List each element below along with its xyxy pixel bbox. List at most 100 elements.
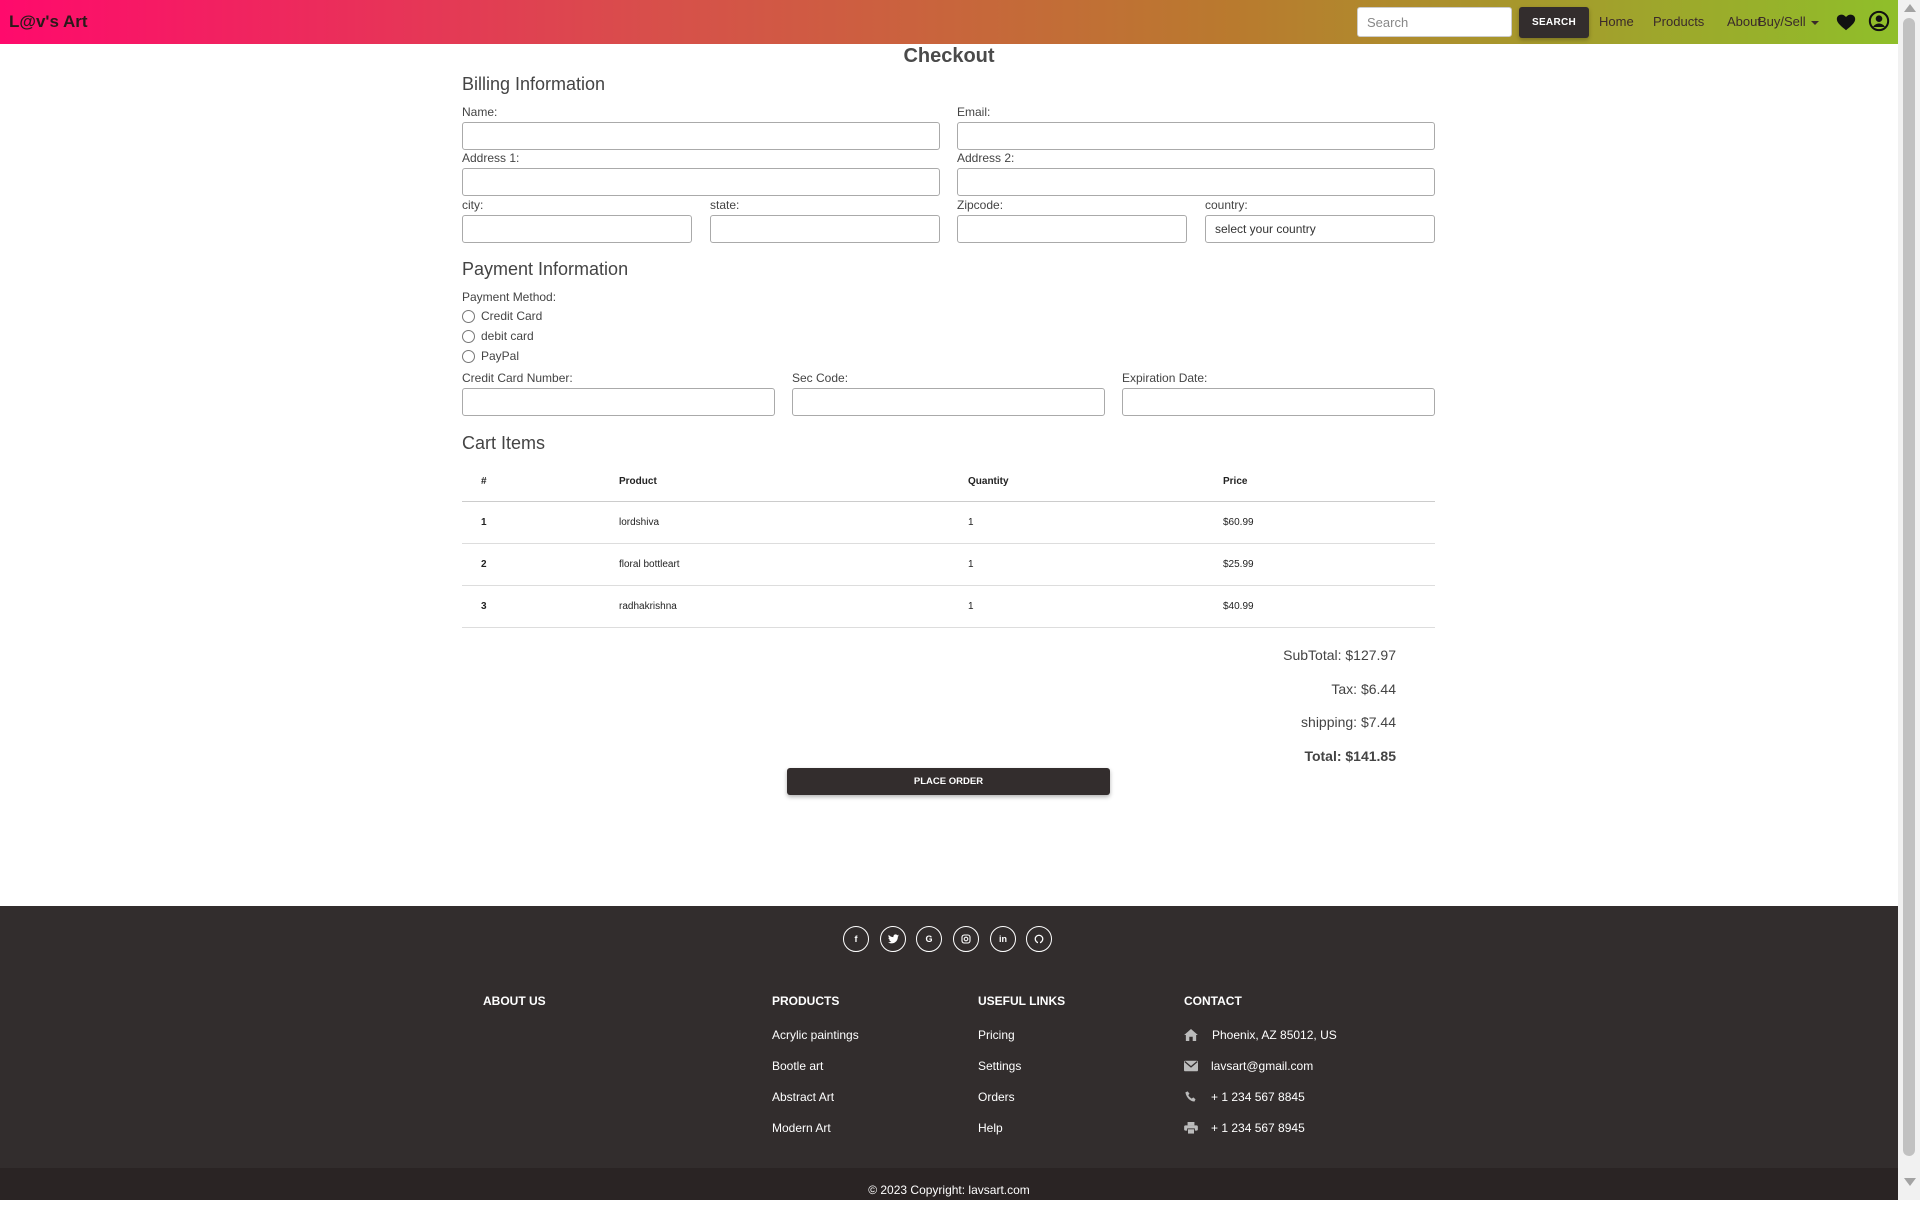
- column-header: Product: [600, 461, 949, 502]
- subtotal: SubTotal: $127.97: [1283, 647, 1396, 663]
- quantity: 1: [949, 501, 1204, 544]
- email-label: Email:: [957, 105, 991, 119]
- google-icon[interactable]: G: [916, 926, 942, 952]
- scroll-down-icon[interactable]: [1904, 1178, 1916, 1186]
- about-us-title: ABOUT US: [483, 994, 546, 1008]
- navbar: L@v's Art SEARCH Home Products About Buy…: [0, 0, 1898, 44]
- zip-label: Zipcode:: [957, 198, 1004, 212]
- phone-icon: [1185, 1091, 1196, 1102]
- cart-title: Cart Items: [462, 433, 546, 453]
- envelope-icon: [1184, 1060, 1198, 1072]
- radio-credit-card[interactable]: Credit Card: [462, 309, 542, 323]
- product-name: floral bottleart: [600, 543, 949, 586]
- printer-icon: [1184, 1122, 1198, 1134]
- radio-debit-card[interactable]: debit card: [462, 329, 534, 343]
- radio-paypal[interactable]: PayPal: [462, 349, 519, 363]
- name-field[interactable]: [462, 122, 940, 150]
- radio-label: debit card: [481, 329, 534, 343]
- column-header: Quantity: [949, 461, 1204, 502]
- sec-code-label: Sec Code:: [792, 371, 849, 385]
- table-row: 1 lordshiva 1 $60.99: [462, 501, 1435, 544]
- country-select[interactable]: select your country: [1205, 215, 1435, 243]
- state-label: state:: [710, 198, 740, 212]
- zipcode-field[interactable]: [957, 215, 1187, 243]
- price: $25.99: [1204, 543, 1435, 586]
- footer-link-modern[interactable]: Modern Art: [772, 1121, 831, 1135]
- quantity: 1: [949, 585, 1204, 628]
- facebook-icon[interactable]: f: [843, 926, 869, 952]
- footer-link-help[interactable]: Help: [978, 1121, 1003, 1135]
- price: $40.99: [1204, 585, 1435, 628]
- row-index: 1: [462, 501, 600, 544]
- contact-phone: + 1 234 567 8845: [1211, 1090, 1305, 1104]
- price: $60.99: [1204, 501, 1435, 544]
- heart-icon[interactable]: [1835, 11, 1857, 33]
- payment-title: Payment Information: [462, 259, 629, 279]
- footer-link-bootle-art[interactable]: Bootle art: [772, 1059, 823, 1073]
- nav-home[interactable]: Home: [1599, 14, 1634, 29]
- twitter-icon[interactable]: [880, 926, 906, 952]
- radio-button[interactable]: [462, 349, 475, 363]
- product-name: radhakrishna: [600, 585, 949, 628]
- copyright: © 2023 Copyright: lavsart.com: [0, 1168, 1898, 1200]
- quantity: 1: [949, 543, 1204, 586]
- page-title: Checkout: [903, 45, 995, 67]
- city-field[interactable]: [462, 215, 692, 243]
- useful-links-title: USEFUL LINKS: [978, 994, 1066, 1008]
- brand-logo[interactable]: L@v's Art: [9, 12, 88, 32]
- name-label: Name:: [462, 105, 498, 119]
- user-icon[interactable]: [1868, 10, 1890, 32]
- contact-fax: + 1 234 567 8945: [1211, 1121, 1305, 1135]
- footer-link-settings[interactable]: Settings: [978, 1059, 1021, 1073]
- footer-link-abstract[interactable]: Abstract Art: [772, 1090, 834, 1104]
- row-index: 3: [462, 585, 600, 628]
- footer-link-acrylic[interactable]: Acrylic paintings: [772, 1028, 859, 1042]
- cart-table: # Product Quantity Price 1 lordshiva 1 $…: [462, 461, 1435, 628]
- address1-label: Address 1:: [462, 151, 520, 165]
- card-number-field[interactable]: [462, 388, 775, 416]
- instagram-icon[interactable]: [953, 926, 979, 952]
- scroll-up-icon[interactable]: [1904, 4, 1916, 12]
- nav-buy-sell-dropdown[interactable]: Buy/Sell: [1758, 14, 1819, 29]
- contact-address: Phoenix, AZ 85012, US: [1212, 1028, 1337, 1042]
- github-icon[interactable]: [1026, 926, 1052, 952]
- payment-method-label: Payment Method:: [462, 290, 557, 304]
- place-order-button[interactable]: PLACE ORDER: [787, 768, 1110, 795]
- nav-about[interactable]: About: [1727, 14, 1761, 29]
- home-icon: [1184, 1029, 1198, 1041]
- radio-button[interactable]: [462, 329, 475, 343]
- city-label: city:: [462, 198, 484, 212]
- scrollbar-thumb[interactable]: [1903, 18, 1915, 1156]
- card-number-label: Credit Card Number:: [462, 371, 573, 385]
- total: Total: $141.85: [1304, 748, 1396, 764]
- tax: Tax: $6.44: [1331, 681, 1396, 697]
- linkedin-icon[interactable]: in: [990, 926, 1016, 952]
- footer-link-pricing[interactable]: Pricing: [978, 1028, 1015, 1042]
- footer: f G in ABOUT US PRODUCTS Acrylic paintin…: [0, 906, 1898, 1200]
- address1-field[interactable]: [462, 168, 940, 196]
- row-index: 2: [462, 543, 600, 586]
- expiration-label: Expiration Date:: [1122, 371, 1208, 385]
- address2-label: Address 2:: [957, 151, 1015, 165]
- country-label: country:: [1205, 198, 1248, 212]
- address2-field[interactable]: [957, 168, 1435, 196]
- table-row: 3 radhakrishna 1 $40.99: [462, 585, 1435, 628]
- product-name: lordshiva: [600, 501, 949, 544]
- table-header-row: # Product Quantity Price: [462, 461, 1435, 502]
- expiration-field[interactable]: [1122, 388, 1435, 416]
- email-field[interactable]: [957, 122, 1435, 150]
- radio-button[interactable]: [462, 309, 475, 323]
- chevron-down-icon: [1810, 20, 1819, 25]
- nav-products[interactable]: Products: [1653, 14, 1704, 29]
- search-button[interactable]: SEARCH: [1519, 7, 1589, 38]
- column-header: Price: [1204, 461, 1435, 502]
- sec-code-field[interactable]: [792, 388, 1105, 416]
- footer-link-orders[interactable]: Orders: [978, 1090, 1015, 1104]
- nav-buy-sell-label: Buy/Sell: [1758, 14, 1806, 29]
- products-title: PRODUCTS: [772, 994, 840, 1008]
- contact-title: CONTACT: [1184, 994, 1242, 1008]
- state-field[interactable]: [710, 215, 940, 243]
- search-input[interactable]: [1357, 7, 1512, 37]
- table-row: 2 floral bottleart 1 $25.99: [462, 543, 1435, 586]
- shipping: shipping: $7.44: [1301, 714, 1396, 730]
